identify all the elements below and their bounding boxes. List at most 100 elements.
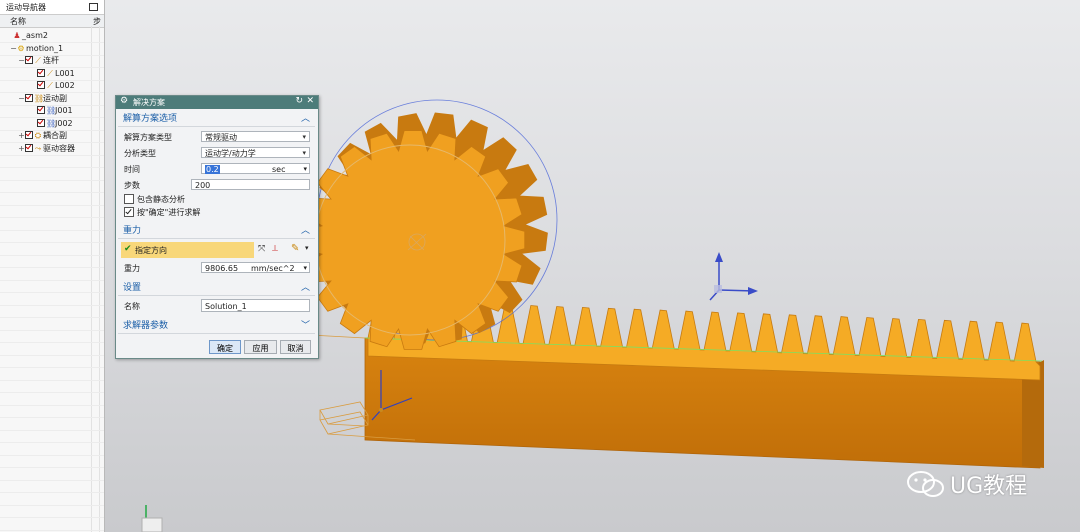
tree-gridline	[0, 354, 104, 356]
tree-gridline	[0, 379, 104, 381]
section-label: 设置	[123, 283, 142, 293]
static-analysis-checkbox[interactable]	[124, 194, 134, 204]
tree-gridline	[0, 417, 104, 418]
solution-type-label: 解算方案类型	[124, 133, 172, 142]
section-solution-options[interactable]: 解算方案选项 ︿	[118, 112, 315, 127]
section-settings[interactable]: 设置 ︿	[118, 281, 315, 296]
collapse-icon[interactable]: −	[18, 93, 25, 105]
gravity-input[interactable]: 9806.65 mm/sec^2 ▾	[201, 262, 310, 273]
tree-gridline	[0, 167, 104, 168]
column-header-name[interactable]: 名称	[10, 16, 26, 27]
tree-gridline	[0, 467, 104, 468]
section-gravity[interactable]: 重力 ︿	[118, 224, 315, 239]
tree-gridline	[0, 217, 104, 218]
section-label: 求解器参数	[123, 321, 169, 331]
time-input[interactable]: 0.2 sec ▾	[201, 163, 310, 174]
link-icon: ⟋	[47, 68, 53, 78]
tree-node[interactable]: − ⛓运动副	[18, 93, 67, 105]
gear-model[interactable]	[300, 99, 558, 350]
name-input[interactable]: Solution_1	[201, 299, 310, 312]
tree-node-label: motion_1	[26, 43, 64, 53]
vector-constructor-icon[interactable]: ✎	[291, 243, 299, 254]
steps-input[interactable]: 200	[191, 179, 310, 190]
tree-gridline	[0, 292, 104, 293]
maximize-icon[interactable]	[89, 3, 98, 11]
solution-type-select[interactable]: 常规驱动	[201, 131, 310, 143]
press-ok-solve-checkbox[interactable]	[124, 207, 134, 217]
chevron-up-icon: ︿	[300, 114, 310, 124]
wcs-axis-icon	[141, 505, 163, 532]
section-label: 解算方案选项	[123, 114, 178, 124]
expand-icon[interactable]: +	[18, 143, 25, 155]
reverse-direction-icon[interactable]: ⟂	[272, 244, 278, 254]
tree-node[interactable]: + ⤳ 驱动容器	[18, 143, 75, 155]
visibility-checkbox[interactable]	[25, 93, 33, 102]
visibility-checkbox[interactable]	[25, 131, 33, 139]
close-icon[interactable]: ✕	[306, 96, 314, 106]
cancel-button[interactable]: 取消	[280, 340, 311, 354]
navigator-columns: 名称 步	[0, 15, 104, 28]
chevron-down-icon: ﹀	[300, 321, 310, 331]
analysis-type-select[interactable]: 运动学/动力学	[201, 147, 310, 159]
tree-gridline	[0, 479, 104, 481]
visibility-checkbox[interactable]	[37, 106, 45, 114]
specify-direction-field[interactable]: ✔ 指定方向	[121, 242, 254, 258]
solution-dialog: ⚙ 解决方案 ↻ ✕ 解算方案选项 ︿ 解算方案类型 常规驱动 分析类型 运动学…	[115, 95, 319, 359]
time-label: 时间	[124, 165, 140, 174]
tree-gridline	[0, 279, 104, 281]
tree-gridline	[0, 179, 104, 181]
press-ok-solve-label: 按"确定"进行求解	[137, 208, 201, 217]
collapse-icon[interactable]: −	[18, 55, 25, 67]
gravity-label: 重力	[124, 264, 140, 273]
tree-gridline	[0, 242, 104, 243]
visibility-checkbox[interactable]	[25, 143, 33, 152]
chevron-down-icon[interactable]: ▾	[305, 244, 309, 252]
gravity-unit-select[interactable]: mm/sec^2	[251, 263, 295, 274]
static-analysis-label: 包含静态分析	[137, 195, 185, 204]
tree-node[interactable]: − ⟋ 连杆	[18, 55, 59, 67]
chevron-down-icon[interactable]: ▾	[303, 263, 307, 274]
tree-gridline	[0, 229, 104, 231]
reset-icon[interactable]: ↻	[295, 96, 303, 106]
tree-node-label: L001	[55, 68, 75, 78]
tree-node[interactable]: ⛓J001	[30, 105, 73, 117]
tree-node-label: 连杆	[43, 56, 59, 65]
joints-icon: ⛓	[34, 93, 45, 103]
tree-node[interactable]: ⟋ L001	[30, 68, 75, 80]
tree-node[interactable]: ⛓J002	[30, 118, 73, 130]
visibility-checkbox[interactable]	[25, 56, 33, 64]
driver-icon: ⤳	[34, 143, 42, 153]
tree-node-label: 运动副	[43, 93, 67, 103]
tree-gridline	[0, 429, 104, 431]
apply-button[interactable]: 应用	[244, 340, 277, 354]
tree-node[interactable]: ♟_asm2	[6, 30, 48, 42]
joint-icon: ⛓	[46, 106, 57, 115]
dialog-titlebar[interactable]: ⚙ 解决方案 ↻ ✕	[116, 96, 318, 109]
section-solver-params[interactable]: 求解器参数 ﹀	[118, 319, 315, 334]
vector-dialog-icon[interactable]: ⤧	[258, 244, 265, 254]
tree-node[interactable]: −⚙motion_1	[10, 43, 63, 55]
tree-gridline	[0, 504, 104, 506]
visibility-checkbox[interactable]	[37, 68, 45, 77]
visibility-checkbox[interactable]	[37, 118, 45, 127]
collapse-icon[interactable]: −	[10, 43, 17, 55]
view-triad-icon	[709, 252, 758, 301]
visibility-checkbox[interactable]	[37, 81, 45, 89]
assembly-icon: ♟	[13, 31, 21, 40]
dialog-title: 解决方案	[133, 98, 165, 107]
wechat-logo-icon	[907, 471, 944, 497]
time-unit-select[interactable]: sec	[272, 164, 286, 175]
tree-gridline	[0, 342, 104, 343]
time-value: 0.2	[205, 165, 220, 174]
expand-icon[interactable]: +	[18, 130, 25, 142]
chevron-down-icon[interactable]: ▾	[303, 164, 307, 175]
tree-gridline	[0, 404, 104, 406]
ok-button[interactable]: 确定	[209, 340, 241, 354]
link-icon: ⟋	[47, 81, 53, 90]
tree-gridline	[0, 254, 104, 256]
steps-label: 步数	[124, 181, 140, 190]
tree-node[interactable]: ⟋ L002	[30, 80, 75, 92]
tree-node-label: 驱动容器	[43, 143, 75, 153]
tree-gridline	[0, 454, 104, 456]
tree-node[interactable]: + ⛭ 耦合副	[18, 130, 67, 142]
